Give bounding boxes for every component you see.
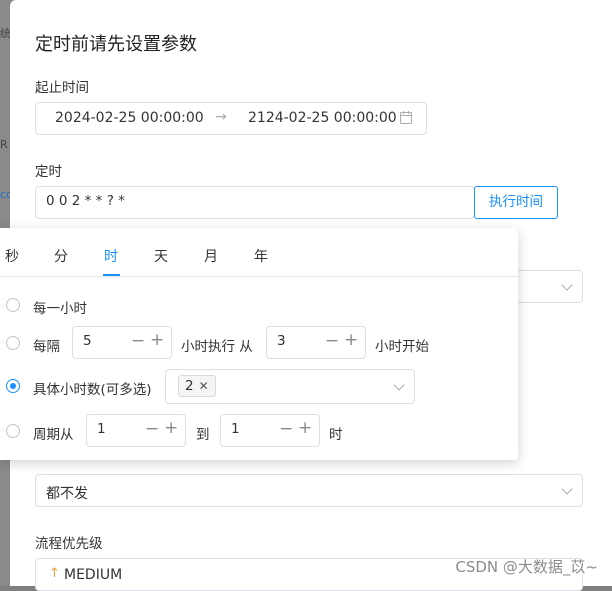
cycle-prefix-label: 周期从 (33, 427, 74, 443)
start-end-time-label: 起止时间 (35, 80, 89, 96)
minus-icon[interactable]: − (279, 419, 293, 439)
range-arrow-icon: → (215, 109, 227, 125)
close-icon[interactable]: ✕ (199, 379, 209, 393)
cycle-to-stepper[interactable]: 1 − + (220, 414, 320, 447)
radio-every-hour[interactable] (6, 298, 20, 312)
radio-cycle[interactable] (6, 424, 20, 438)
tab-day[interactable]: 天 (154, 246, 168, 266)
selected-hour-tag[interactable]: 2 ✕ (178, 375, 216, 397)
calendar-icon (400, 111, 412, 124)
cycle-suffix-label: 时 (329, 427, 343, 443)
cron-expression-input[interactable]: 0 0 2 * * ? * (35, 186, 475, 219)
minus-icon[interactable]: − (325, 331, 339, 351)
plus-icon[interactable]: + (164, 418, 178, 438)
radio-interval[interactable] (6, 336, 20, 350)
end-time-input[interactable]: 2124-02-25 00:00:00 (248, 110, 397, 126)
interval-value: 5 (83, 333, 92, 349)
priority-value: MEDIUM (64, 567, 123, 583)
radio-specific-hours[interactable] (6, 379, 20, 393)
cron-unit-tabs: 秒 分 时 天 月 年 (0, 228, 518, 277)
arrow-up-icon: ↑ (49, 566, 60, 581)
interval-start-value: 3 (277, 333, 286, 349)
watermark: CSDN @大数据_苡~ (455, 558, 598, 576)
tab-second[interactable]: 秒 (5, 246, 19, 266)
cron-label: 定时 (35, 164, 62, 180)
tab-month[interactable]: 月 (204, 246, 218, 266)
minus-icon[interactable]: − (145, 419, 159, 439)
start-time-input[interactable]: 2024-02-25 00:00:00 (55, 110, 204, 126)
notify-strategy-value: 都不发 (46, 486, 88, 502)
tab-year[interactable]: 年 (254, 246, 268, 266)
date-range-picker[interactable]: 2024-02-25 00:00:00 → 2124-02-25 00:00:0… (35, 102, 427, 135)
cycle-from-value: 1 (97, 421, 106, 437)
plus-icon[interactable]: + (298, 418, 312, 438)
chevron-down-icon (561, 483, 573, 495)
active-tab-indicator (103, 274, 120, 276)
cycle-to-value: 1 (231, 421, 240, 437)
minus-icon[interactable]: − (131, 331, 145, 351)
chevron-down-icon (561, 279, 573, 291)
every-hour-label: 每一小时 (33, 301, 87, 317)
priority-label: 流程优先级 (35, 536, 103, 552)
background-text-fragment: R (0, 138, 8, 151)
interval-prefix-label: 每隔 (33, 339, 60, 355)
tab-hour[interactable]: 时 (104, 246, 118, 266)
interval-suffix-label: 小时开始 (375, 339, 429, 355)
specific-hours-label: 具体小时数(可多选) (33, 382, 152, 398)
notify-strategy-select[interactable]: 都不发 (35, 474, 583, 507)
interval-start-stepper[interactable]: 3 − + (266, 326, 366, 359)
tab-minute[interactable]: 分 (54, 246, 68, 266)
interval-mid-label: 小时执行 从 (181, 339, 253, 355)
cron-editor-popover: 秒 分 时 天 月 年 每一小时 每隔 5 − + 小时执行 从 3 − + 小… (0, 228, 518, 460)
interval-stepper[interactable]: 5 − + (72, 326, 172, 359)
chevron-down-icon (393, 379, 405, 391)
specific-hours-select[interactable]: 2 ✕ (165, 369, 415, 404)
plus-icon[interactable]: + (344, 330, 358, 350)
cycle-from-stepper[interactable]: 1 − + (86, 414, 186, 447)
selected-hour-value: 2 (185, 378, 194, 394)
execution-time-button[interactable]: 执行时间 (474, 186, 558, 219)
plus-icon[interactable]: + (150, 330, 164, 350)
cycle-to-label: 到 (196, 427, 210, 443)
dialog-title: 定时前请先设置参数 (35, 34, 197, 55)
